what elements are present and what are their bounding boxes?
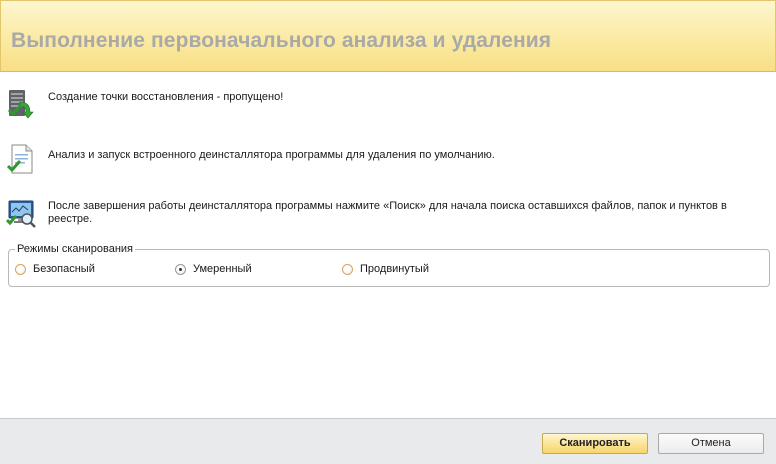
step-restore-point-text: Создание точки восстановления - пропущен… [48,91,284,103]
radio-moderate-label: Умеренный [193,263,252,275]
radio-moderate-circle[interactable] [175,263,186,275]
restore-point-server-icon [7,90,34,119]
radio-safe[interactable]: Безопасный [15,263,95,275]
radio-moderate[interactable]: Умеренный [175,263,252,275]
page-title: Выполнение первоначального анализа и уда… [11,29,552,52]
footer-bar: Сканировать Отмена [0,418,776,464]
radio-advanced-label: Продвинутый [360,263,429,275]
header-banner: Выполнение первоначального анализа и уда… [0,0,776,72]
scan-button[interactable]: Сканировать [542,433,648,454]
radio-safe-label: Безопасный [33,263,95,275]
scan-modes-legend: Режимы сканирования [15,243,136,255]
monitor-search-icon [6,200,36,228]
radio-advanced[interactable]: Продвинутый [342,263,429,275]
step-uninstaller-text: Анализ и запуск встроенного деинсталлято… [48,149,495,161]
cancel-button[interactable]: Отмена [658,433,764,454]
scan-modes-group: Режимы сканирования Безопасный Умеренный… [8,243,770,287]
radio-advanced-circle[interactable] [342,263,353,275]
radio-safe-circle[interactable] [15,263,26,275]
document-check-icon [6,144,33,174]
step-search-leftovers-text: После завершения работы деинсталлятора п… [48,200,727,225]
